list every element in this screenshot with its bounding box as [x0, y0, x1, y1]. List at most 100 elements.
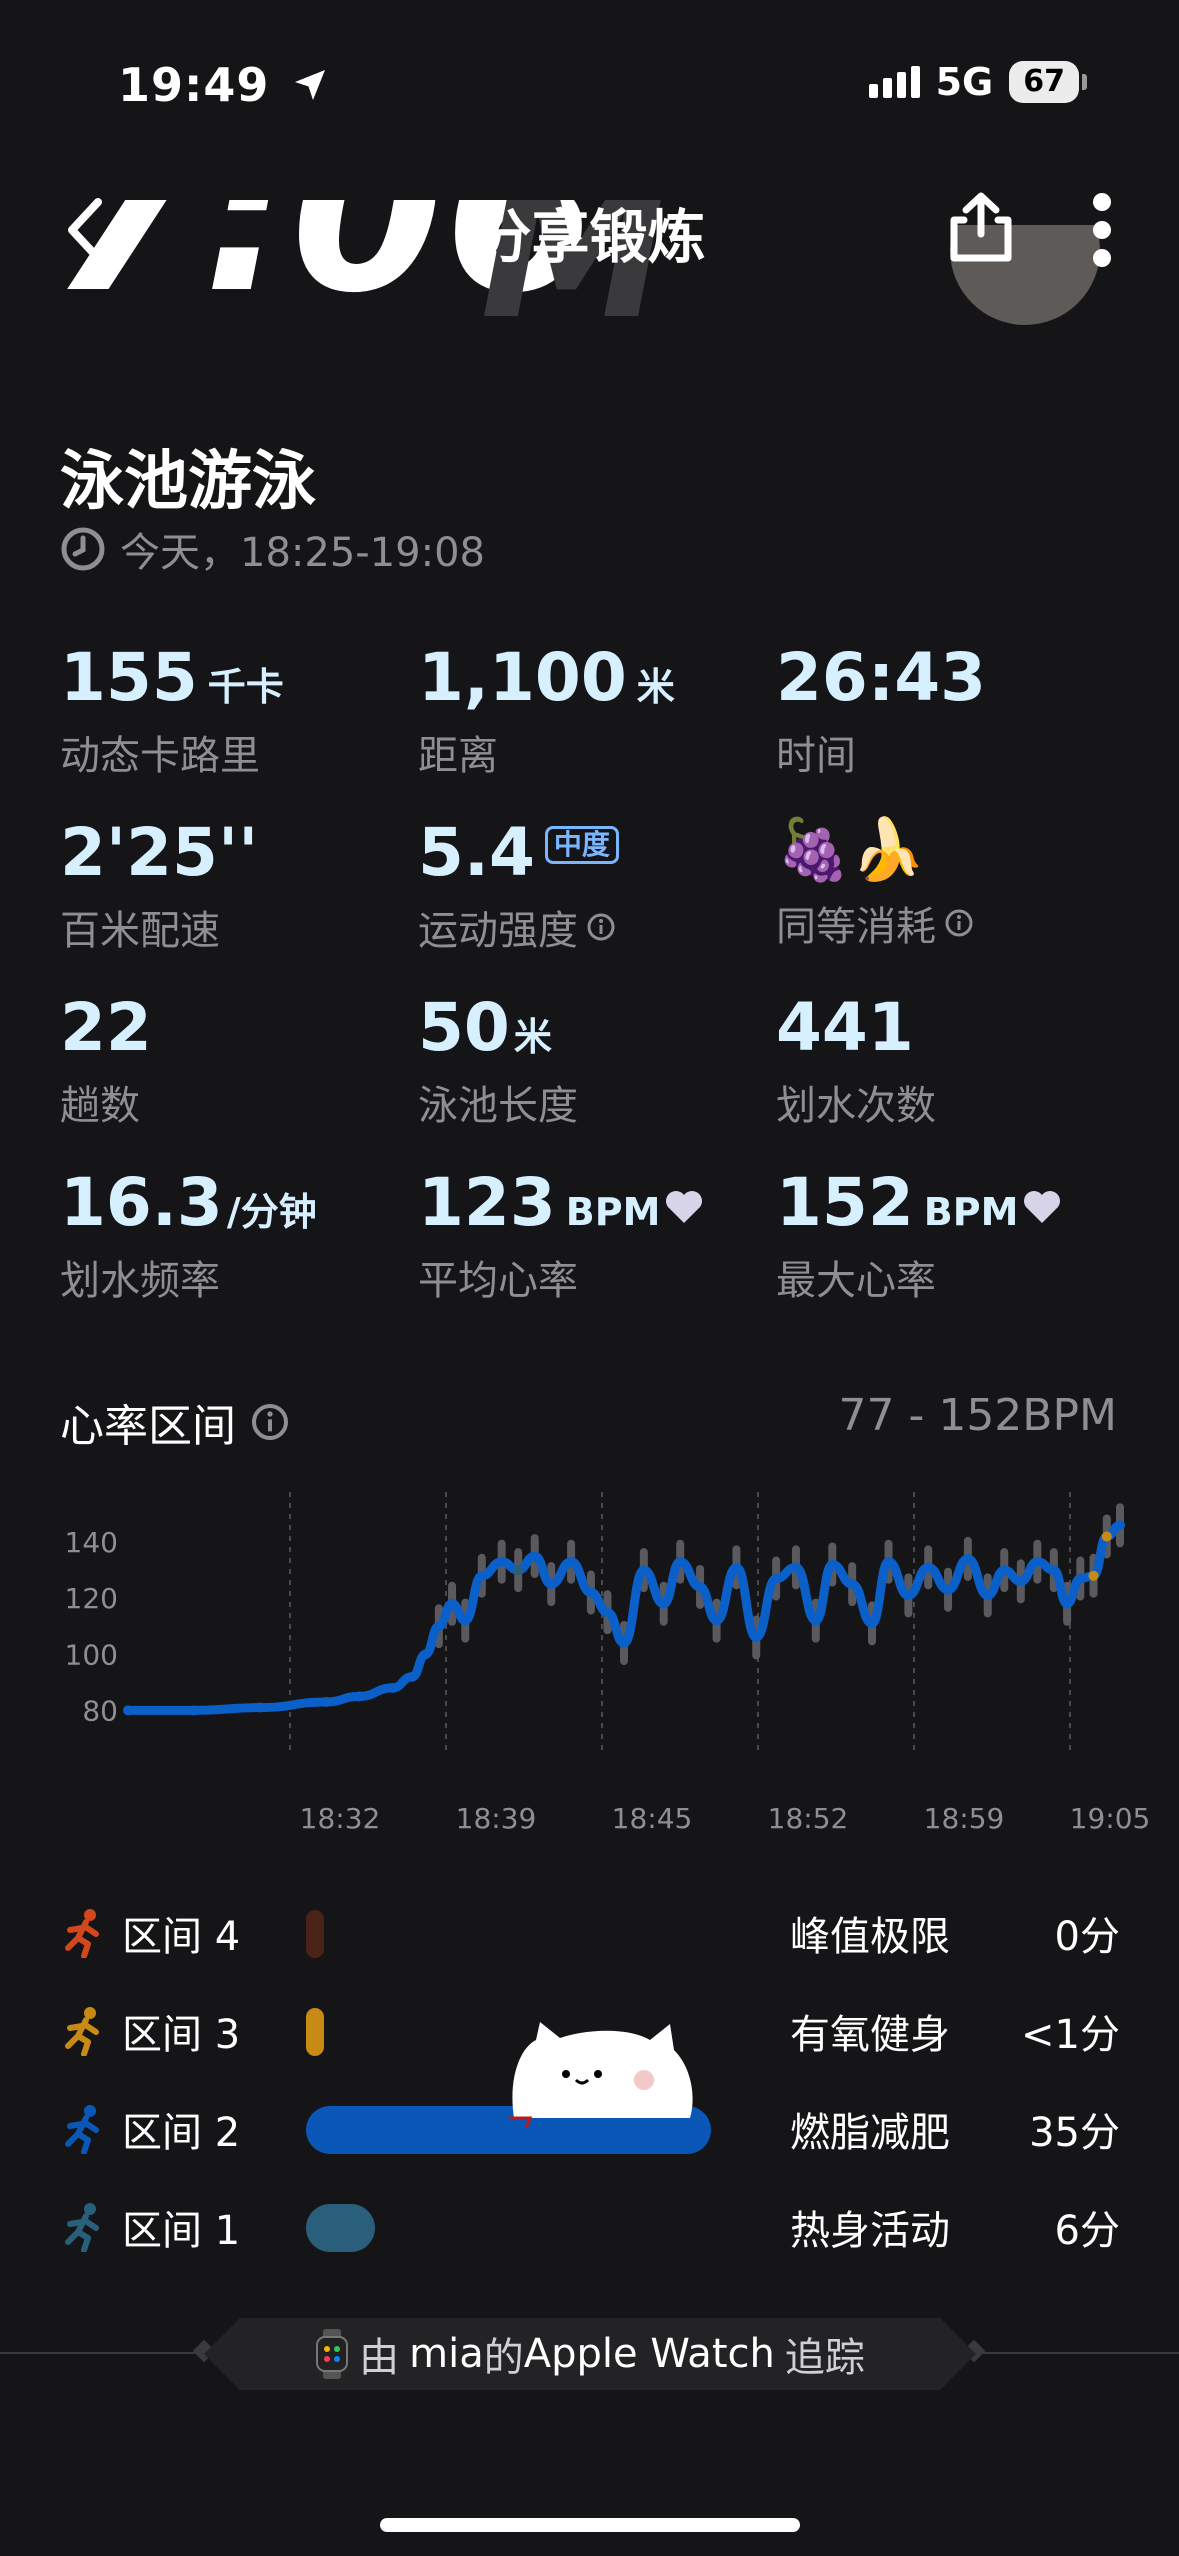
metric-pool-length: 50 米 泳池长度	[418, 995, 758, 1131]
equivalent-food-icons: 🍇🍌	[776, 815, 926, 885]
stroke-rate-value: 16.3	[60, 1164, 223, 1241]
chart-point	[982, 1590, 993, 1601]
battery-level: 67	[1023, 64, 1065, 99]
chart-point	[321, 1696, 332, 1707]
chart-point	[460, 1615, 471, 1626]
network-label: 5G	[935, 60, 994, 104]
chart-x-tick: 19:05	[1070, 1802, 1150, 1835]
zone-description: 峰值极限	[790, 1914, 950, 1960]
intensity-info[interactable]: 运动强度	[418, 898, 758, 956]
metric-pace: 2'25'' 百米配速	[60, 820, 400, 956]
footer-suffix: 追踪	[784, 2335, 865, 2381]
pool-length-unit: 米	[513, 1015, 552, 1059]
chart-x-tick: 18:39	[456, 1802, 537, 1835]
chart-point	[529, 1551, 540, 1562]
chart-x-tick: 18:32	[300, 1802, 381, 1835]
zone-row: 区间 4 峰值极限 0分	[60, 1898, 1120, 1968]
heart-icon	[1024, 1191, 1061, 1223]
runner-icon	[65, 1909, 99, 1958]
chart-point	[407, 1671, 418, 1682]
chart-point	[1101, 1531, 1112, 1542]
more-button[interactable]	[1090, 192, 1114, 272]
zone-bar	[306, 2204, 376, 2252]
home-indicator	[380, 2518, 800, 2532]
chart-point	[1088, 1570, 1099, 1581]
equivalent-info[interactable]: 同等消耗	[776, 894, 1116, 952]
share-button[interactable]	[944, 188, 1018, 272]
workout-title: 泳池游泳	[60, 445, 316, 519]
footer-user: mia	[409, 2331, 484, 2377]
chart-point	[810, 1615, 821, 1626]
footer-prefix: 由	[359, 2335, 400, 2381]
heart-icon	[666, 1191, 703, 1223]
hr-zones-title[interactable]: 心率区间	[60, 1390, 290, 1454]
zone-time: 0分	[1054, 1914, 1120, 1960]
chart-point	[496, 1556, 507, 1567]
chart-point	[999, 1565, 1010, 1576]
zone-description: 燃脂减肥	[790, 2110, 950, 2156]
distance-label: 距离	[418, 733, 498, 779]
distance-unit: 米	[636, 665, 675, 709]
location-arrow-icon	[295, 70, 326, 100]
chart-point	[433, 1621, 444, 1632]
share-icon	[950, 192, 1012, 262]
zone-time: 35分	[1029, 2110, 1120, 2156]
signal-icon	[868, 66, 920, 98]
zone-description: 有氧健身	[790, 2012, 950, 2058]
chart-point	[447, 1598, 458, 1609]
footer-middle: 的	[483, 2335, 524, 2381]
info-icon	[587, 913, 615, 941]
info-icon	[945, 909, 973, 937]
chart-x-tick: 18:59	[924, 1802, 1005, 1835]
intensity-value: 5.4	[418, 814, 535, 891]
chart-y-tick: 100	[65, 1638, 118, 1671]
chart-point	[1048, 1565, 1059, 1576]
hr-range: 77 - 152BPM	[838, 1390, 1117, 1441]
metric-equivalent: 🍇🍌 同等消耗	[776, 812, 1116, 952]
metric-intensity: 5.4 中度 运动强度	[418, 820, 758, 956]
chart-point	[1032, 1556, 1043, 1567]
chart-point	[771, 1573, 782, 1584]
equivalent-label: 同等消耗	[776, 904, 936, 950]
runner-icon	[65, 2105, 99, 2154]
chart-point	[387, 1682, 398, 1693]
stroke-rate-unit: /分钟	[226, 1190, 317, 1234]
metric-avg-hr: 123 BPM 平均心率	[418, 1170, 758, 1306]
calories-unit: 千卡	[207, 665, 284, 709]
pace-value: 2'25''	[60, 814, 259, 891]
strokes-label: 划水次数	[776, 1083, 936, 1129]
strokes-value: 441	[776, 989, 914, 1066]
chart-point	[923, 1562, 934, 1573]
zone-name: 区间 2	[122, 2110, 241, 2156]
metric-duration: 26:43 时间	[776, 645, 1116, 781]
metric-laps: 22 趟数	[60, 995, 400, 1131]
chart-y-tick: 120	[65, 1582, 118, 1615]
chart-point	[1075, 1573, 1086, 1584]
cat-sticker-icon	[510, 2022, 693, 2128]
chart-point	[189, 1705, 200, 1716]
footer-divider-left	[0, 2352, 200, 2354]
pool-length-label: 泳池长度	[418, 1083, 578, 1129]
duration-label: 时间	[776, 733, 856, 779]
clock-icon	[61, 527, 105, 571]
workout-time-row: 今天，18:25-19:08	[60, 520, 485, 578]
chart-point	[619, 1638, 629, 1649]
chart-x-tick: 18:52	[768, 1802, 849, 1835]
chart-point	[123, 1705, 133, 1716]
heart-rate-chart: 18:32 18:39 18:45 18:52 18:59 19:05 140 120 100 8…	[65, 1492, 1150, 1835]
chart-point	[602, 1607, 613, 1618]
zone-description: 热身活动	[790, 2208, 950, 2254]
metric-max-hr: 152 BPM 最大心率	[776, 1170, 1116, 1306]
distance-value: 1,100	[418, 639, 627, 716]
avg-hr-label: 平均心率	[418, 1258, 578, 1304]
zone-time: <1分	[1021, 2012, 1120, 2058]
avg-hr-unit: BPM	[565, 1190, 661, 1234]
laps-label: 趟数	[60, 1083, 140, 1129]
chart-point	[1015, 1576, 1026, 1587]
info-icon	[252, 1404, 288, 1440]
hr-title-text: 心率区间	[60, 1401, 236, 1452]
chart-x-tick: 18:45	[612, 1802, 693, 1835]
chart-point	[1115, 1520, 1125, 1531]
metric-calories: 155 千卡 动态卡路里	[60, 645, 400, 781]
duration-value: 26:43	[776, 639, 987, 716]
